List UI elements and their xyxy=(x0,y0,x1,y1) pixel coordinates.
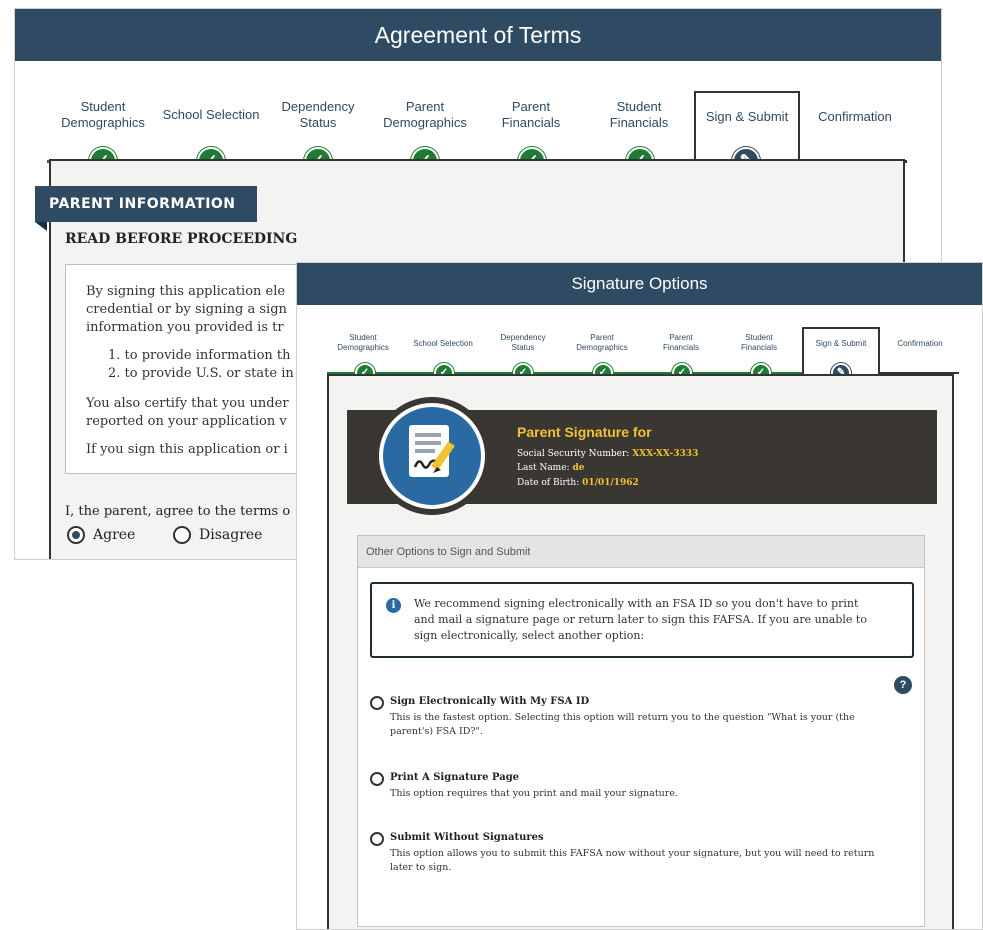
info-icon: i xyxy=(386,598,401,613)
read-before-heading: READ BEFORE PROCEEDING xyxy=(65,231,298,247)
step-sign-submit[interactable]: Sign & Submit xyxy=(805,339,877,349)
step-label: School Selection xyxy=(162,107,260,122)
signature-options-window: Signature Options Student Demographics ✓… xyxy=(296,262,983,930)
window-title-bar: Agreement of Terms xyxy=(15,9,941,61)
step-label: Sign & Submit xyxy=(815,339,867,348)
dob-value: 01/01/1962 xyxy=(582,478,639,488)
option-submit-without-signatures[interactable]: Submit Without Signatures This option al… xyxy=(370,832,910,876)
step-label: Confirmation xyxy=(818,109,892,124)
step-label: Dependency Status xyxy=(500,333,546,352)
last-name-line: Last Name: de xyxy=(517,463,585,473)
options-header: Other Options to Sign and Submit xyxy=(358,536,924,568)
step-student-demographics[interactable]: Student Demographics xyxy=(57,99,149,130)
step-label: School Selection xyxy=(413,339,473,348)
radio-unselected[interactable] xyxy=(370,696,384,710)
radio-unselected[interactable] xyxy=(370,772,384,786)
step-parent-demographics[interactable]: Parent Demographics xyxy=(377,99,473,130)
step-label: Student Demographics xyxy=(61,99,145,130)
window-title: Signature Options xyxy=(571,274,708,293)
dob-line: Date of Birth: 01/01/1962 xyxy=(517,478,639,488)
step-label: Parent Demographics xyxy=(383,99,467,130)
radio-selected[interactable] xyxy=(67,526,85,544)
step-label: Student Financials xyxy=(740,333,777,352)
radio-unselected[interactable] xyxy=(370,832,384,846)
ssn-value: XXX-XX-3333 xyxy=(632,449,699,459)
window-title-bar: Signature Options xyxy=(297,263,982,305)
section-banner: PARENT INFORMATION xyxy=(35,186,257,222)
step-school-selection[interactable]: School Selection xyxy=(161,107,261,123)
question-icon[interactable]: ? xyxy=(894,676,912,694)
step-label: Parent Financials xyxy=(501,99,561,130)
banner-fold xyxy=(35,222,47,231)
info-callout: i We recommend signing electronically wi… xyxy=(370,582,914,658)
step-sign-submit[interactable]: Sign & Submit xyxy=(697,109,797,125)
step-label: Parent Demographics xyxy=(576,333,628,352)
option-sign-electronically[interactable]: Sign Electronically With My FSA ID This … xyxy=(370,696,910,740)
step-dependency-status[interactable]: Dependency Status xyxy=(273,99,363,130)
agree-label: Agree xyxy=(93,527,136,543)
step-parent-financials[interactable]: Parent Financials xyxy=(649,333,713,352)
disagree-label: Disagree xyxy=(199,527,263,543)
step-confirmation[interactable]: Confirmation xyxy=(805,109,905,125)
option-print-signature-page[interactable]: Print A Signature Page This option requi… xyxy=(370,772,910,806)
signature-icon-frame xyxy=(373,397,491,515)
step-label: Sign & Submit xyxy=(705,109,789,124)
signature-title: Parent Signature for xyxy=(517,424,652,440)
step-label: Confirmation xyxy=(897,339,943,348)
step-dependency-status[interactable]: Dependency Status xyxy=(491,333,555,352)
step-student-financials[interactable]: Student Financials xyxy=(593,99,685,130)
step-school-selection[interactable]: School Selection xyxy=(407,339,479,349)
step-parent-financials[interactable]: Parent Financials xyxy=(485,99,577,130)
step-label: Student Financials xyxy=(609,99,669,130)
window-title: Agreement of Terms xyxy=(374,22,582,48)
disagree-radio[interactable]: Disagree xyxy=(173,526,262,544)
radio-unselected[interactable] xyxy=(173,526,191,544)
step-label: Student Demographics xyxy=(337,333,389,352)
step-student-demographics[interactable]: Student Demographics xyxy=(331,333,395,352)
signature-document-icon xyxy=(379,403,485,509)
agree-prompt: I, the parent, agree to the terms o xyxy=(65,504,291,519)
step-parent-demographics[interactable]: Parent Demographics xyxy=(567,333,637,352)
sign-options-panel: Other Options to Sign and Submit i We re… xyxy=(357,535,925,927)
step-label: Dependency Status xyxy=(281,99,355,130)
step-student-financials[interactable]: Student Financials xyxy=(727,333,791,352)
step-confirmation[interactable]: Confirmation xyxy=(885,339,955,349)
last-name-value: de xyxy=(572,463,585,473)
ssn-line: Social Security Number: XXX-XX-3333 xyxy=(517,449,699,459)
agree-radio[interactable]: Agree xyxy=(67,526,135,544)
step-label: Parent Financials xyxy=(662,333,699,352)
